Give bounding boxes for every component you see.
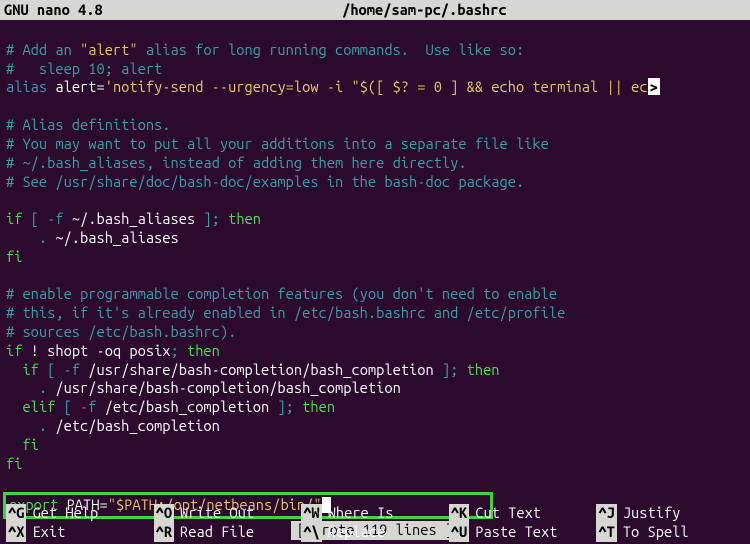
code-line: if [ -f ~/.bash_aliases ]; then	[6, 210, 261, 227]
code-line: fi	[6, 436, 39, 453]
file-path: /home/sam-pc/.bashrc	[103, 1, 746, 20]
code-line: # Alias definitions.	[6, 116, 171, 133]
key-label: ^U	[449, 523, 469, 542]
menu-get-help[interactable]: ^GGet Help	[6, 504, 154, 523]
code-line: elif [ -f /etc/bash_completion ]; then	[6, 398, 335, 415]
menu-exit[interactable]: ^XExit	[6, 523, 154, 542]
code-line: # this, if it's already enabled in /etc/…	[6, 304, 565, 321]
menu-to-spell[interactable]: ^TTo Spell	[596, 523, 744, 542]
key-label: ^W	[301, 504, 321, 523]
editor-area[interactable]: # Add an "alert" alias for long running …	[0, 20, 750, 519]
menu-replace[interactable]: ^\Replace	[301, 523, 449, 542]
code-line: # enable programmable completion feature…	[6, 285, 557, 302]
menu-read-file[interactable]: ^RRead File	[154, 523, 302, 542]
code-line: fi	[6, 455, 22, 472]
app-name: GNU nano 4.8	[4, 1, 103, 20]
menu-justify[interactable]: ^JJustify	[596, 504, 744, 523]
menu-paste-text[interactable]: ^UPaste Text	[449, 523, 597, 542]
key-label: ^O	[154, 504, 174, 523]
overflow-indicator: >	[648, 78, 660, 95]
code-line: if ! shopt -oq posix; then	[6, 342, 220, 359]
code-line: # See /usr/share/doc/bash-doc/examples i…	[6, 173, 524, 190]
key-label: ^J	[596, 504, 616, 523]
code-line: # You may want to put all your additions…	[6, 135, 549, 152]
code-line: alias alert='notify-send --urgency=low -…	[6, 78, 660, 95]
code-line: # ~/.bash_aliases, instead of adding the…	[6, 154, 467, 171]
key-label: ^R	[154, 523, 174, 542]
key-label: ^T	[596, 523, 616, 542]
code-line: # Add an "alert" alias for long running …	[6, 41, 524, 58]
code-line: # sources /etc/bash.bashrc).	[6, 323, 236, 340]
menu-row: ^XExit ^RRead File ^\Replace ^UPaste Tex…	[6, 523, 744, 542]
titlebar: GNU nano 4.8 /home/sam-pc/.bashrc	[0, 0, 750, 20]
menu-cut-text[interactable]: ^KCut Text	[449, 504, 597, 523]
code-line: if [ -f /usr/share/bash-completion/bash_…	[6, 361, 500, 378]
code-line: fi	[6, 248, 22, 265]
menu-row: ^GGet Help ^OWrite Out ^WWhere Is ^KCut …	[6, 504, 744, 523]
shortcut-menu: ^GGet Help ^OWrite Out ^WWhere Is ^KCut …	[6, 504, 744, 542]
code-line: # sleep 10; alert	[6, 60, 162, 77]
blank-line	[6, 267, 14, 284]
code-line: . /etc/bash_completion	[6, 417, 220, 434]
key-label: ^\	[301, 523, 321, 542]
key-label: ^X	[6, 523, 26, 542]
blank-line	[6, 191, 14, 208]
menu-write-out[interactable]: ^OWrite Out	[154, 504, 302, 523]
code-line: . /usr/share/bash-completion/bash_comple…	[6, 379, 401, 396]
key-label: ^G	[6, 504, 26, 523]
key-label: ^K	[449, 504, 469, 523]
blank-line	[6, 474, 14, 491]
blank-line	[6, 97, 14, 114]
code-line: . ~/.bash_aliases	[6, 229, 179, 246]
menu-where-is[interactable]: ^WWhere Is	[301, 504, 449, 523]
